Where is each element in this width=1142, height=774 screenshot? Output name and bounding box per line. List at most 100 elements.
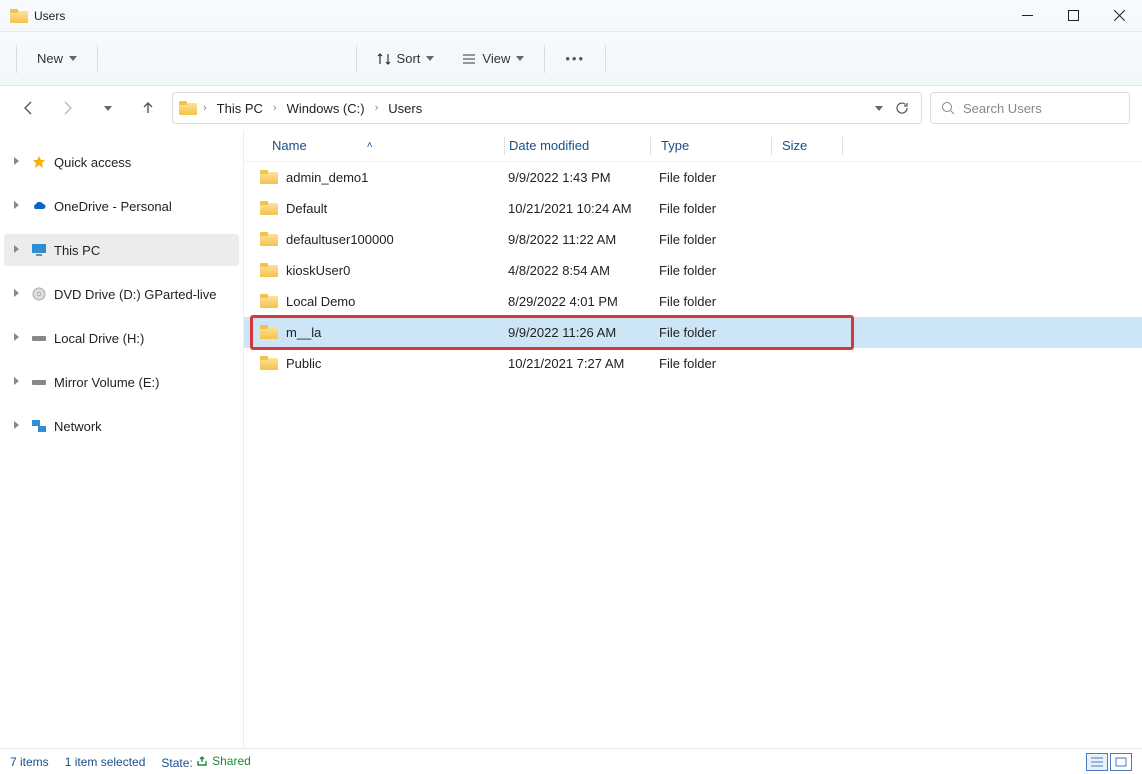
view-button[interactable]: View — [448, 45, 538, 72]
window-title: Users — [34, 9, 65, 23]
file-type: File folder — [649, 294, 769, 309]
status-selected-count: 1 item selected — [65, 755, 146, 769]
breadcrumb[interactable]: Users — [384, 99, 426, 118]
expand-chevron-icon[interactable] — [14, 245, 24, 256]
sidebar-item-mirror-volume[interactable]: Mirror Volume (E:) — [4, 366, 239, 398]
file-name: Local Demo — [286, 294, 355, 309]
navigation-pane: Quick access OneDrive - Personal This PC… — [0, 130, 244, 748]
monitor-icon — [30, 242, 48, 258]
folder-icon — [260, 294, 278, 309]
crumb-chevron-icon: › — [201, 102, 209, 114]
sort-button[interactable]: Sort — [363, 45, 449, 72]
file-name: kioskUser0 — [286, 263, 350, 278]
recent-locations-button[interactable] — [92, 92, 124, 124]
drive-icon — [30, 330, 48, 346]
details-view-button[interactable] — [1086, 753, 1108, 771]
forward-button[interactable] — [52, 92, 84, 124]
file-row[interactable]: defaultuser100000 9/8/2022 11:22 AMFile f… — [244, 224, 1142, 255]
file-row[interactable]: Default10/21/2021 10:24 AMFile folder — [244, 193, 1142, 224]
crumb-chevron-icon: › — [271, 102, 279, 114]
file-type: File folder — [649, 325, 769, 340]
column-type[interactable]: Type — [651, 138, 771, 153]
status-state: State: Shared — [161, 754, 250, 770]
expand-chevron-icon[interactable] — [14, 289, 24, 300]
column-name-label: Name — [272, 138, 307, 153]
sort-icon — [377, 52, 391, 66]
drive-icon — [30, 374, 48, 390]
sort-label: Sort — [397, 51, 421, 66]
address-bar[interactable]: › This PC › Windows (C:) › Users — [172, 92, 922, 124]
expand-chevron-icon[interactable] — [14, 201, 24, 212]
disc-icon — [30, 286, 48, 302]
sidebar-item-quick-access[interactable]: Quick access — [4, 146, 239, 178]
sidebar-item-local-drive[interactable]: Local Drive (H:) — [4, 322, 239, 354]
column-date[interactable]: Date modified — [505, 138, 650, 153]
column-size[interactable]: Size — [772, 138, 842, 153]
file-date: 10/21/2021 10:24 AM — [504, 201, 649, 216]
status-bar: 7 items 1 item selected State: Shared — [0, 748, 1142, 774]
folder-icon — [260, 170, 278, 185]
window-folder-icon — [10, 9, 26, 22]
search-placeholder: Search Users — [963, 101, 1042, 116]
search-icon — [941, 101, 955, 115]
share-icon — [196, 755, 208, 767]
folder-icon — [179, 101, 197, 116]
chevron-down-icon — [426, 56, 434, 61]
file-name: Public — [286, 356, 321, 371]
view-label: View — [482, 51, 510, 66]
up-button[interactable] — [132, 92, 164, 124]
thumbnails-view-button[interactable] — [1110, 753, 1132, 771]
sidebar-item-dvd-drive[interactable]: DVD Drive (D:) GParted-live — [4, 278, 239, 310]
file-row[interactable]: Public10/21/2021 7:27 AMFile folder — [244, 348, 1142, 379]
search-input[interactable]: Search Users — [930, 92, 1130, 124]
more-button[interactable]: ••• — [551, 45, 599, 72]
sort-ascending-icon: ˄ — [367, 140, 373, 151]
close-button[interactable] — [1096, 0, 1142, 32]
file-date: 8/29/2022 4:01 PM — [504, 294, 649, 309]
crumb-chevron-icon: › — [373, 102, 381, 114]
refresh-icon[interactable] — [895, 101, 909, 115]
address-bar-row: › This PC › Windows (C:) › Users Search … — [0, 86, 1142, 130]
file-type: File folder — [649, 356, 769, 371]
file-date: 4/8/2022 8:54 AM — [504, 263, 649, 278]
status-item-count: 7 items — [10, 755, 49, 769]
file-row[interactable]: admin_demo19/9/2022 1:43 PMFile folder — [244, 162, 1142, 193]
sidebar-item-onedrive[interactable]: OneDrive - Personal — [4, 190, 239, 222]
file-type: File folder — [649, 232, 769, 247]
sidebar-item-label: Local Drive (H:) — [54, 331, 144, 346]
file-date: 9/8/2022 11:22 AM — [504, 232, 649, 247]
expand-chevron-icon[interactable] — [14, 377, 24, 388]
file-row[interactable]: kioskUser0 4/8/2022 8:54 AMFile folder — [244, 255, 1142, 286]
expand-chevron-icon[interactable] — [14, 333, 24, 344]
file-type: File folder — [649, 170, 769, 185]
file-name: defaultuser100000 — [286, 232, 394, 247]
folder-icon — [260, 201, 278, 216]
file-row[interactable]: m__la9/9/2022 11:26 AMFile folder — [244, 317, 1142, 348]
sidebar-item-label: This PC — [54, 243, 100, 258]
file-date: 9/9/2022 11:26 AM — [504, 325, 649, 340]
column-headers: Name ˄ Date modified Type Size — [244, 130, 1142, 162]
file-name: Default — [286, 201, 327, 216]
file-name: admin_demo1 — [286, 170, 368, 185]
maximize-button[interactable] — [1050, 0, 1096, 32]
sidebar-item-label: Network — [54, 419, 102, 434]
view-icon — [462, 52, 476, 66]
breadcrumb[interactable]: This PC — [213, 99, 267, 118]
folder-icon — [260, 232, 278, 247]
folder-icon — [260, 356, 278, 371]
folder-icon — [260, 263, 278, 278]
chevron-down-icon[interactable] — [875, 106, 883, 111]
new-button[interactable]: New — [23, 45, 91, 72]
file-row[interactable]: Local Demo 8/29/2022 4:01 PMFile folder — [244, 286, 1142, 317]
folder-icon — [260, 325, 278, 340]
command-bar: New Sort View ••• — [0, 32, 1142, 86]
minimize-button[interactable] — [1004, 0, 1050, 32]
back-button[interactable] — [12, 92, 44, 124]
column-name[interactable]: Name ˄ — [244, 138, 504, 153]
breadcrumb[interactable]: Windows (C:) — [283, 99, 369, 118]
sidebar-item-this-pc[interactable]: This PC — [4, 234, 239, 266]
file-type: File folder — [649, 263, 769, 278]
expand-chevron-icon[interactable] — [14, 157, 24, 168]
expand-chevron-icon[interactable] — [14, 421, 24, 432]
sidebar-item-network[interactable]: Network — [4, 410, 239, 442]
